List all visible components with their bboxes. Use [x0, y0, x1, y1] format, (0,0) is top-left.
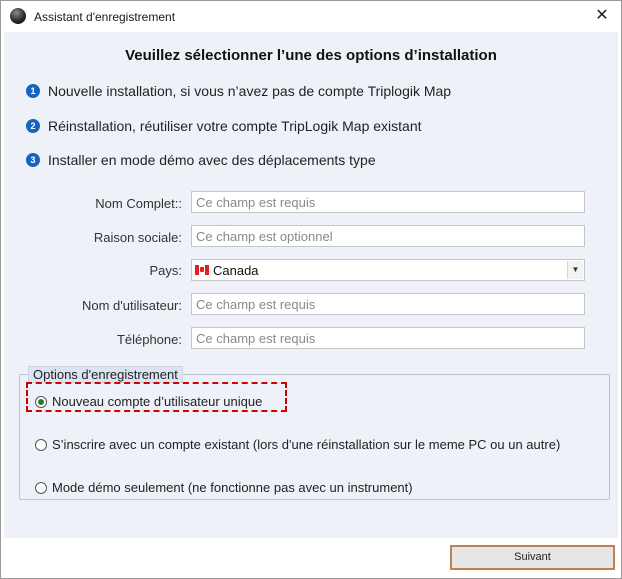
step-number-badge: 2: [26, 119, 40, 133]
page-title: Veuillez sélectionner l’une des options …: [125, 47, 497, 64]
main-content: Veuillez sélectionner l’une des options …: [4, 32, 618, 538]
step-2: 2 Réinstallation, réutiliser votre compt…: [26, 118, 422, 134]
radio-button[interactable]: [35, 481, 47, 494]
username-field[interactable]: [191, 293, 585, 315]
full-name-field[interactable]: [191, 191, 585, 213]
option-existing-account[interactable]: S’inscrire avec un compte existant (lors…: [35, 437, 560, 452]
full-name-label: Nom Complet::: [95, 196, 182, 211]
step-3: 3 Installer en mode démo avec des déplac…: [26, 152, 376, 168]
group-title: Options d'enregistrement: [28, 366, 183, 383]
step-text: Nouvelle installation, si vous n’avez pa…: [48, 83, 452, 99]
step-number-badge: 1: [26, 84, 40, 98]
step-text: Réinstallation, réutiliser votre compte …: [48, 118, 422, 134]
selection-highlight: [26, 382, 287, 412]
registration-window: Assistant d'enregistrement ✕ Veuillez sé…: [0, 0, 622, 579]
country-selected-value: Canada: [213, 263, 259, 278]
username-label: Nom d'utilisateur:: [81, 298, 182, 313]
next-button[interactable]: Suivant: [450, 545, 615, 570]
company-field[interactable]: [191, 225, 585, 247]
app-orb-icon: [10, 8, 26, 24]
window-title: Assistant d'enregistrement: [34, 10, 176, 24]
option-demo-mode[interactable]: Mode démo seulement (ne fonctionne pas a…: [35, 480, 413, 495]
country-label: Pays:: [149, 263, 182, 278]
step-number-badge: 3: [26, 153, 40, 167]
country-select[interactable]: Canada ▼: [191, 259, 585, 281]
canada-flag-icon: [195, 265, 209, 275]
step-text: Installer en mode démo avec des déplacem…: [48, 152, 376, 168]
chevron-down-icon[interactable]: ▼: [567, 261, 583, 279]
company-label: Raison sociale:: [93, 230, 182, 245]
step-1: 1 Nouvelle installation, si vous n’avez …: [26, 83, 451, 99]
phone-field[interactable]: [191, 327, 585, 349]
title-bar: Assistant d'enregistrement ✕: [1, 1, 621, 32]
phone-label: Téléphone:: [116, 332, 182, 347]
footer-bar: Suivant: [4, 538, 618, 578]
radio-button[interactable]: [35, 438, 47, 451]
option-label: S’inscrire avec un compte existant (lors…: [52, 437, 561, 452]
close-icon[interactable]: ✕: [589, 5, 615, 27]
option-label: Mode démo seulement (ne fonctionne pas a…: [52, 480, 413, 495]
